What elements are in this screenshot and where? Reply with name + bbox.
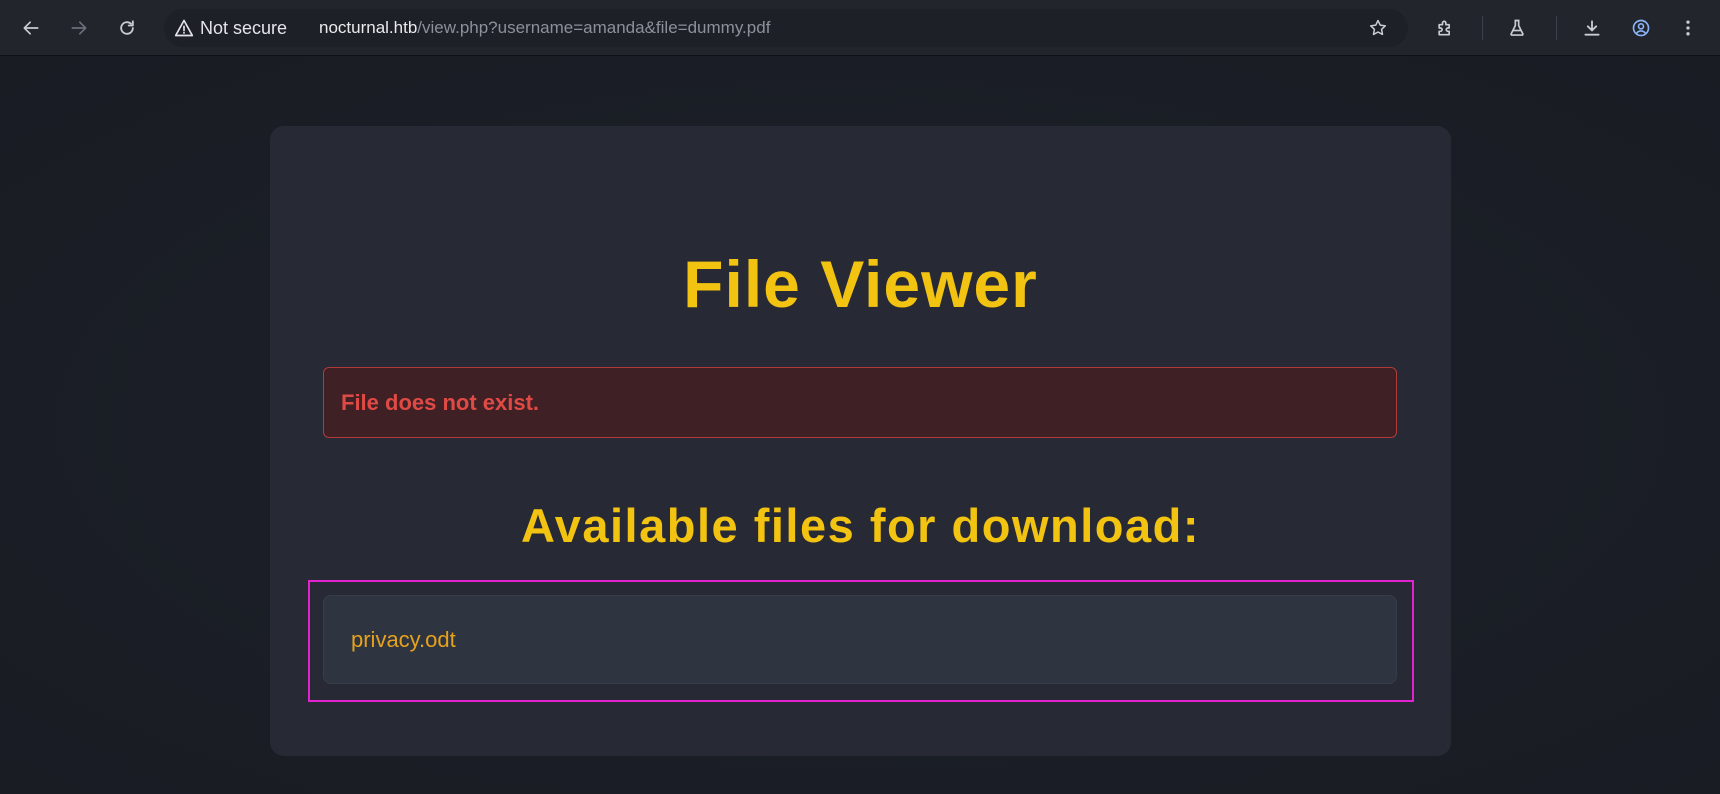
extensions-button[interactable] bbox=[1429, 12, 1461, 44]
forward-icon bbox=[71, 21, 87, 35]
security-label: Not secure bbox=[200, 17, 288, 38]
download-icon bbox=[1584, 20, 1600, 36]
page-title: File Viewer bbox=[683, 247, 1038, 321]
menu-button[interactable] bbox=[1672, 12, 1704, 44]
star-icon bbox=[1369, 19, 1387, 36]
url-text[interactable]: nocturnal.htb/view.php?username=amanda&f… bbox=[319, 9, 770, 47]
file-viewer-card: File Viewer File does not exist. Availab… bbox=[270, 126, 1451, 756]
url-host: nocturnal.htb bbox=[319, 18, 418, 37]
files-heading: Available files for download: bbox=[521, 499, 1200, 552]
menu-icon bbox=[1686, 20, 1690, 36]
url-path: /view.php?username=amanda&file=dummy.pdf bbox=[417, 18, 771, 37]
browser-toolbar: Not secure nocturnal.htb/view.php?userna… bbox=[0, 0, 1720, 56]
extensions-icon bbox=[1438, 20, 1450, 36]
profile-icon bbox=[1632, 19, 1650, 37]
forward-button[interactable] bbox=[63, 12, 95, 44]
back-icon bbox=[23, 21, 39, 35]
file-link[interactable]: privacy.odt bbox=[323, 595, 1397, 684]
reload-icon bbox=[120, 20, 134, 35]
download-button[interactable] bbox=[1576, 12, 1608, 44]
page-content: File Viewer File does not exist. Availab… bbox=[0, 56, 1720, 794]
address-bar[interactable]: Not secure nocturnal.htb/view.php?userna… bbox=[164, 9, 1408, 47]
toolbar-separator bbox=[1482, 16, 1483, 40]
back-button[interactable] bbox=[15, 12, 47, 44]
reload-button[interactable] bbox=[111, 12, 143, 44]
warning-icon bbox=[174, 19, 194, 37]
labs-button[interactable] bbox=[1501, 12, 1533, 44]
bookmark-button[interactable] bbox=[1362, 12, 1394, 44]
toolbar-separator bbox=[1556, 16, 1557, 40]
labs-icon bbox=[1510, 19, 1524, 36]
profile-button[interactable] bbox=[1625, 12, 1657, 44]
error-message: File does not exist. bbox=[323, 367, 1397, 438]
security-indicator[interactable]: Not secure bbox=[174, 9, 287, 47]
